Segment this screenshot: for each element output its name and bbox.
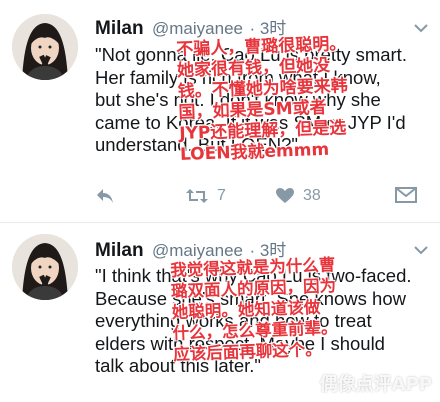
avatar[interactable]	[12, 234, 78, 300]
direct-message-button[interactable]	[395, 187, 417, 203]
like-count: 38	[303, 187, 321, 204]
chevron-down-icon[interactable]	[414, 20, 428, 37]
reply-icon	[95, 187, 115, 205]
envelope-icon	[395, 187, 417, 203]
chinese-translation-overlay: 我觉得这就是为什么曹 璐双面人的原因，因为 她聪明。她知道该做 什么，怎么尊重前…	[170, 255, 338, 364]
divider	[0, 222, 440, 223]
like-button[interactable]: 38	[275, 187, 321, 205]
avatar-photo	[12, 14, 78, 80]
watermark-logo: 偶像点评APP	[319, 374, 432, 395]
retweet-icon	[185, 187, 209, 205]
heart-icon	[275, 187, 295, 205]
tweet-header: Milan @maiyanee · 3时	[95, 14, 286, 40]
chinese-translation-overlay: 不骗人，曹璐很聪明。 她家很有钱，但她没 钱。不懂她为啥要来韩 国，如果是SM或…	[176, 34, 349, 165]
retweet-button[interactable]: 7	[185, 187, 226, 205]
chevron-down-icon[interactable]	[414, 242, 428, 259]
username-handle[interactable]: @maiyanee	[152, 19, 243, 38]
tweet-actions: 7 38	[95, 187, 425, 211]
timestamp[interactable]: · 3时	[249, 19, 286, 38]
tweet-1[interactable]: Milan @maiyanee · 3时 "Not gonna lie, Cao…	[0, 0, 440, 222]
reply-button[interactable]	[95, 187, 123, 205]
display-name[interactable]: Milan	[95, 18, 144, 39]
display-name[interactable]: Milan	[95, 240, 144, 261]
retweet-count: 7	[217, 187, 226, 204]
avatar-photo	[12, 234, 78, 300]
avatar[interactable]	[12, 14, 78, 80]
